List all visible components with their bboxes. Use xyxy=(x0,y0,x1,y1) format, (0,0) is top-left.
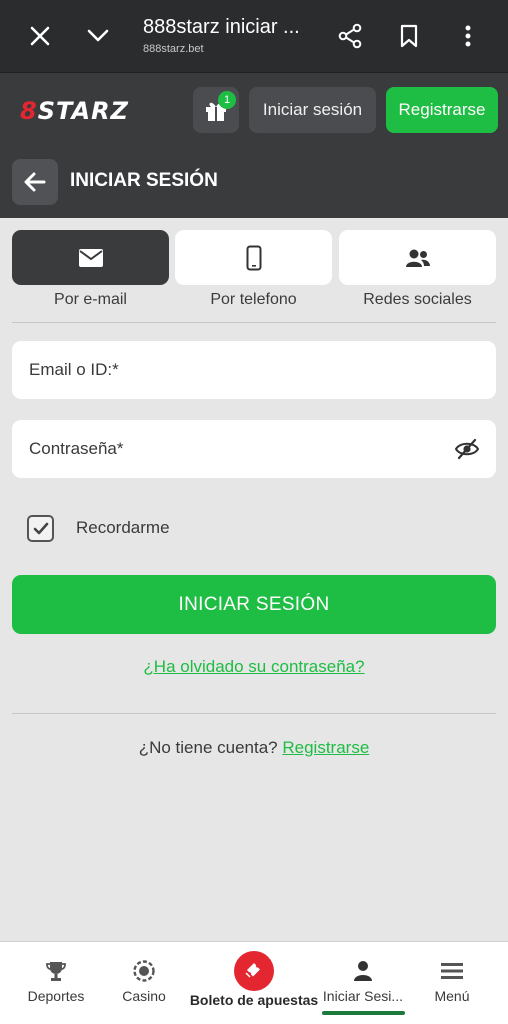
tab-email-label: Por e-mail xyxy=(54,291,127,308)
arrow-left-icon xyxy=(24,172,46,192)
browser-url[interactable]: 888starz.bet xyxy=(143,43,204,55)
bet-slip-button[interactable] xyxy=(234,951,274,991)
register-link[interactable]: Registrarse xyxy=(282,738,369,757)
bottom-navigation: Deportes Casino Boleto de apuestas Inici… xyxy=(0,941,508,1024)
login-button[interactable]: Iniciar sesión xyxy=(249,87,376,133)
people-icon xyxy=(405,249,430,267)
tab-phone[interactable] xyxy=(175,230,332,285)
tab-social-label: Redes sociales xyxy=(363,291,472,308)
menu-icon xyxy=(441,963,463,979)
chevron-down-icon[interactable] xyxy=(80,18,116,54)
register-button[interactable]: Registrarse xyxy=(386,87,498,133)
back-button[interactable] xyxy=(12,159,58,205)
close-icon[interactable] xyxy=(22,18,58,54)
phone-icon xyxy=(246,245,261,270)
email-field-label: Email o ID:* xyxy=(29,360,119,379)
no-account-row: ¿No tiene cuenta? Registrarse xyxy=(0,738,508,758)
share-icon[interactable] xyxy=(332,18,368,54)
more-vert-icon[interactable] xyxy=(450,18,486,54)
forgot-password-link[interactable]: ¿Ha olvidado su contraseña? xyxy=(0,657,508,677)
chip-icon xyxy=(133,960,155,982)
password-field-label: Contraseña* xyxy=(29,439,124,458)
tab-email[interactable] xyxy=(12,230,169,285)
divider xyxy=(12,322,496,323)
bookmark-icon[interactable] xyxy=(391,18,427,54)
nav-item-menu[interactable]: Menú xyxy=(418,942,486,1024)
brand-logo[interactable]: 8STARZ xyxy=(20,97,129,125)
remember-checkbox[interactable] xyxy=(27,515,54,542)
submit-login-button[interactable]: INICIAR SESIÓN xyxy=(12,575,496,634)
nav-item-casino[interactable]: Casino xyxy=(110,942,178,1024)
no-account-text: ¿No tiene cuenta? xyxy=(138,738,278,757)
page-heading-bar: INICIAR SESIÓN xyxy=(0,148,508,218)
nav-label-menu: Menú xyxy=(434,988,470,1004)
ticket-icon xyxy=(245,963,260,978)
check-icon xyxy=(33,522,48,534)
nav-item-deportes[interactable]: Deportes xyxy=(22,942,90,1024)
mail-icon xyxy=(78,248,103,267)
user-icon xyxy=(354,961,372,981)
tab-phone-label: Por telefono xyxy=(210,291,297,308)
remember-label[interactable]: Recordarme xyxy=(76,518,170,538)
nav-active-indicator xyxy=(322,1011,405,1015)
password-field[interactable]: Contraseña* xyxy=(12,420,496,478)
browser-toolbar: 888starz iniciar ... 888starz.bet xyxy=(0,0,508,72)
trophy-icon xyxy=(46,962,66,981)
site-header: 8STARZ 1 Iniciar sesión Registrarse xyxy=(0,72,508,148)
gift-button[interactable]: 1 xyxy=(193,87,239,133)
nav-label-iniciar-sesion: Iniciar Sesi... xyxy=(322,988,404,1004)
divider xyxy=(12,713,496,714)
gift-count-badge: 1 xyxy=(218,91,236,109)
tab-social[interactable] xyxy=(339,230,496,285)
browser-tab-title: 888starz iniciar ... xyxy=(143,16,300,38)
eye-off-icon[interactable] xyxy=(454,438,480,465)
page-title: INICIAR SESIÓN xyxy=(70,170,218,191)
email-field[interactable]: Email o ID:* xyxy=(12,341,496,399)
